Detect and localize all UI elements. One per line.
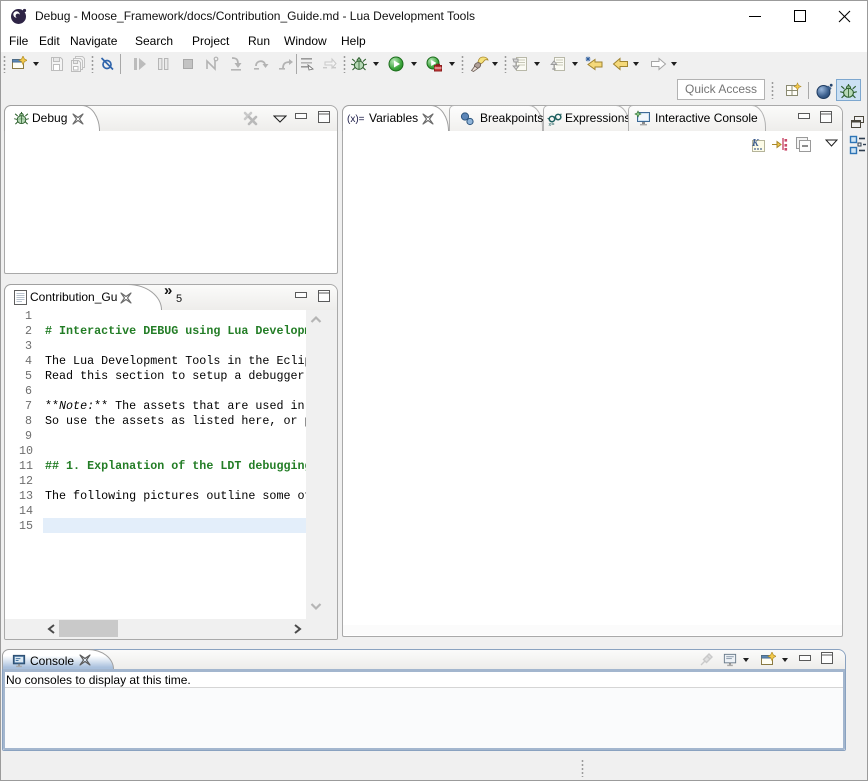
svg-text:x=: x= <box>549 122 555 127</box>
svg-text:K: K <box>751 138 760 149</box>
